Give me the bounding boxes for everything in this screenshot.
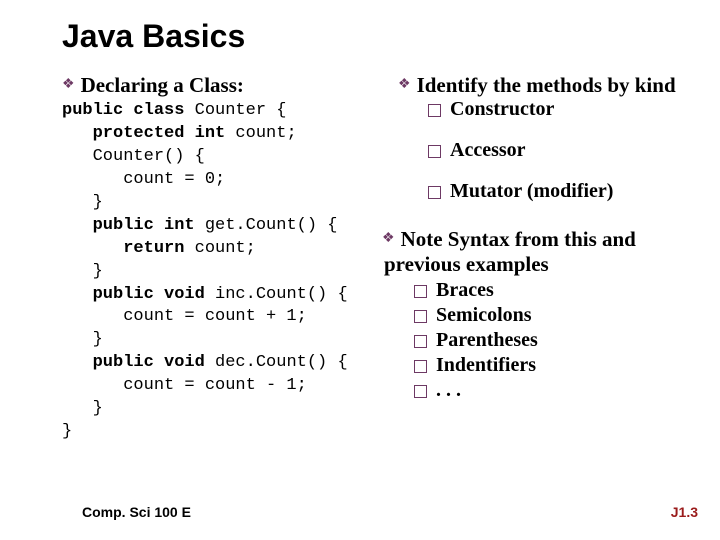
square-icon: [414, 360, 427, 373]
syntax-label: Semicolons: [436, 304, 532, 327]
list-item: . . .: [414, 379, 680, 402]
syntax-label: Parentheses: [436, 329, 538, 352]
kind-label: Accessor: [450, 139, 526, 162]
list-item: Mutator (modifier): [428, 180, 680, 203]
syntax-label: . . .: [436, 379, 461, 402]
diamond-icon: ❖: [382, 227, 395, 251]
square-icon: [414, 310, 427, 323]
right-heading: Identify the methods by kind: [417, 73, 676, 98]
slide: Java Basics ❖ Declaring a Class: public …: [0, 0, 720, 540]
kinds-list: Constructor Accessor Mutator (modifier): [428, 98, 680, 203]
note-heading-line2: previous examples: [384, 252, 680, 277]
syntax-list: Braces Semicolons Parentheses Indentifie…: [414, 279, 680, 402]
list-item: Braces: [414, 279, 680, 302]
list-item: Parentheses: [414, 329, 680, 352]
syntax-label: Braces: [436, 279, 494, 302]
syntax-label: Indentifiers: [436, 354, 536, 377]
content-columns: ❖ Declaring a Class: public class Counte…: [62, 73, 680, 444]
list-item: Semicolons: [414, 304, 680, 327]
left-heading: Declaring a Class:: [81, 73, 244, 98]
list-item: Constructor: [428, 98, 680, 121]
right-column: ❖ Identify the methods by kind Construct…: [392, 73, 680, 404]
left-column: ❖ Declaring a Class: public class Counte…: [62, 73, 392, 444]
list-item: Indentifiers: [414, 354, 680, 377]
right-heading-row: ❖ Identify the methods by kind: [398, 73, 680, 98]
footer-left: Comp. Sci 100 E: [82, 504, 191, 520]
square-icon: [414, 285, 427, 298]
kind-label: Mutator (modifier): [450, 180, 613, 203]
footer-right: J1.3: [671, 504, 698, 520]
square-icon: [428, 145, 441, 158]
square-icon: [428, 104, 441, 117]
code-block: public class Counter { protected int cou…: [62, 100, 392, 444]
square-icon: [414, 385, 427, 398]
square-icon: [414, 335, 427, 348]
note-block: ❖ Note Syntax from this and previous exa…: [382, 227, 680, 402]
list-item: Accessor: [428, 139, 680, 162]
diamond-icon: ❖: [398, 73, 411, 97]
left-heading-row: ❖ Declaring a Class:: [62, 73, 392, 98]
square-icon: [428, 186, 441, 199]
note-heading-line1: Note Syntax from this and: [401, 227, 636, 252]
note-heading-row: ❖ Note Syntax from this and: [382, 227, 680, 252]
diamond-icon: ❖: [62, 73, 75, 97]
page-title: Java Basics: [62, 18, 680, 55]
kind-label: Constructor: [450, 98, 554, 121]
